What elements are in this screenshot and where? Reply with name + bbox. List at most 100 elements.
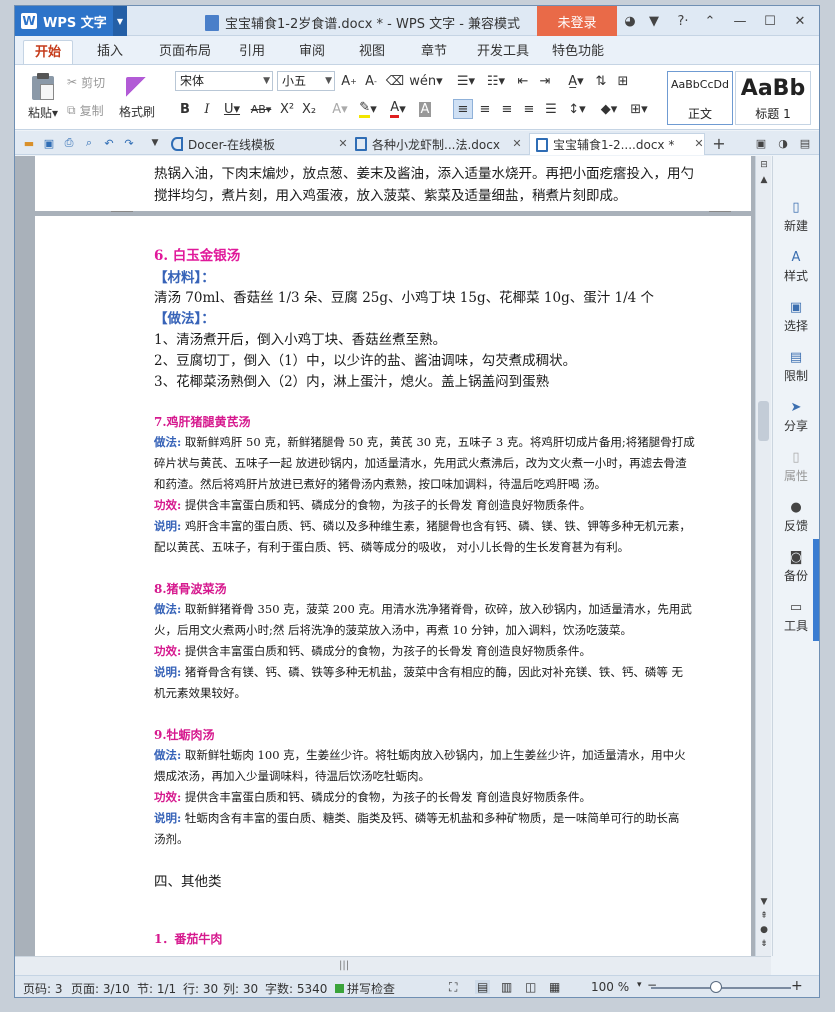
tab-developer[interactable]: 开发工具: [471, 40, 535, 64]
help-icon[interactable]: ?·: [669, 12, 697, 30]
reading-view-icon[interactable]: ▦: [549, 980, 560, 994]
strikethrough-icon[interactable]: AB▾: [247, 99, 275, 119]
tab-special[interactable]: 特色功能: [545, 40, 611, 64]
task-properties[interactable]: ▯ 属性: [773, 450, 819, 484]
highlight-icon[interactable]: ✎ ▾: [355, 99, 381, 119]
tab-backup-icon[interactable]: ◑: [775, 135, 791, 151]
select-browse-icon[interactable]: ●: [758, 924, 770, 936]
font-size-combo[interactable]: 小五 ▼: [277, 71, 335, 91]
tab-list-icon[interactable]: ▣: [753, 135, 769, 151]
grow-font-icon[interactable]: A +: [339, 71, 359, 91]
line-spacing-icon[interactable]: ↕▾: [563, 99, 591, 119]
font-color-icon[interactable]: A ▾: [385, 99, 411, 119]
close-icon[interactable]: ✕: [509, 135, 525, 151]
task-share[interactable]: ➤ 分享: [773, 400, 819, 434]
tab-page-layout[interactable]: 页面布局: [147, 40, 223, 64]
underline-icon[interactable]: U▾: [219, 99, 245, 119]
style-heading-1[interactable]: AaBb 标题 1: [735, 71, 811, 125]
scroll-down-icon[interactable]: ▼: [758, 896, 770, 908]
skin-icon[interactable]: ◕: [621, 12, 639, 30]
zoom-out-icon[interactable]: −: [647, 978, 657, 992]
close-icon[interactable]: ✕: [791, 12, 809, 30]
task-restrict[interactable]: ▤ 限制: [773, 350, 819, 384]
horizontal-scrollbar[interactable]: |||: [15, 956, 771, 975]
clear-format-icon[interactable]: ⌫: [385, 71, 405, 91]
tab-chapter[interactable]: 章节: [409, 40, 459, 64]
increase-indent-icon[interactable]: ⇥: [535, 71, 555, 91]
minimize-icon[interactable]: —: [731, 12, 749, 30]
paste-button[interactable]: 粘贴▾: [23, 71, 63, 125]
task-styles[interactable]: A 样式: [773, 250, 819, 284]
spell-check-toggle[interactable]: 拼写检查: [335, 980, 395, 997]
next-page-icon[interactable]: ⇟: [758, 938, 770, 950]
phonetic-icon[interactable]: wén▾: [409, 71, 443, 91]
open-icon[interactable]: ▬: [21, 135, 37, 151]
bold-icon[interactable]: B: [175, 99, 195, 119]
task-select[interactable]: ▣ 选择: [773, 300, 819, 334]
scrollbar-thumb[interactable]: [758, 401, 769, 441]
save-icon[interactable]: ▣: [41, 135, 57, 151]
copy-button[interactable]: ⧉ 复制: [67, 101, 104, 119]
align-right-icon[interactable]: ≡: [497, 99, 517, 119]
table-icon[interactable]: ⊞: [613, 71, 633, 91]
text-effect-icon[interactable]: A▾: [327, 99, 353, 119]
italic-icon[interactable]: I: [197, 99, 217, 119]
tab-baby-food-doc[interactable]: 宝宝辅食1-2....docx *: [529, 133, 705, 155]
collapse-ribbon-icon[interactable]: ⌃: [701, 12, 719, 30]
split-icon[interactable]: ⊟: [758, 159, 770, 171]
full-screen-icon[interactable]: ⛶: [449, 980, 457, 995]
outline-view-icon[interactable]: ▥: [501, 980, 512, 994]
page-view-icon[interactable]: ▤: [475, 980, 491, 994]
shading-icon[interactable]: ◆▾: [595, 99, 623, 119]
borders-icon[interactable]: ⊞▾: [625, 99, 653, 119]
zoom-in-icon[interactable]: +: [791, 978, 803, 994]
sort-icon[interactable]: ⇅: [591, 71, 611, 91]
prev-page-icon[interactable]: ⇞: [758, 910, 770, 922]
scroll-up-icon[interactable]: ▲: [758, 174, 770, 186]
print-icon[interactable]: ⎙: [61, 135, 77, 151]
maximize-icon[interactable]: ☐: [761, 12, 779, 30]
tab-review[interactable]: 审阅: [287, 40, 337, 64]
subscript-icon[interactable]: X₂: [299, 99, 319, 119]
app-menu-button[interactable]: W WPS 文字 ▼: [15, 6, 127, 36]
vertical-scrollbar[interactable]: ⊟ ▲ ▼ ⇞ ● ⇟: [755, 156, 771, 956]
shrink-font-icon[interactable]: A-: [361, 71, 381, 91]
style-normal[interactable]: AaBbCcDd 正文: [667, 71, 733, 125]
task-new[interactable]: ▯ 新建: [773, 200, 819, 234]
print-preview-icon[interactable]: ⌕: [81, 135, 97, 151]
asian-layout-icon[interactable]: A̲▾: [561, 71, 591, 91]
shirt-icon[interactable]: ▼: [645, 12, 663, 30]
web-view-icon[interactable]: ◫: [525, 980, 536, 994]
new-tab-icon[interactable]: +: [711, 134, 727, 153]
login-button[interactable]: 未登录: [537, 6, 617, 36]
zoom-slider-knob[interactable]: [710, 981, 722, 993]
decrease-indent-icon[interactable]: ⇤: [513, 71, 533, 91]
tab-insert[interactable]: 插入: [85, 40, 135, 64]
tab-home[interactable]: 开始: [23, 40, 73, 64]
font-name-combo[interactable]: 宋体 ▼: [175, 71, 273, 91]
task-feedback[interactable]: ● 反馈: [773, 500, 819, 534]
tab-docer-templates[interactable]: Docer-在线模板: [165, 133, 343, 155]
cut-button[interactable]: ✂ 剪切: [67, 73, 105, 91]
tab-view[interactable]: 视图: [347, 40, 397, 64]
tab-menu-icon[interactable]: ▤: [797, 135, 813, 151]
numbering-icon[interactable]: ☷▾: [481, 71, 511, 91]
undo-icon[interactable]: ↶: [101, 135, 117, 151]
bullets-icon[interactable]: ☰▾: [451, 71, 481, 91]
tab-crayfish-doc[interactable]: 各种小龙虾制...法.docx: [349, 133, 525, 155]
redo-icon[interactable]: ↷: [121, 135, 137, 151]
quick-access-dropdown-icon[interactable]: ▼: [147, 135, 163, 151]
char-shading-icon[interactable]: A: [415, 99, 435, 119]
superscript-icon[interactable]: X²: [277, 99, 297, 119]
distributed-icon[interactable]: ☰: [541, 99, 561, 119]
align-center-icon[interactable]: ≡: [475, 99, 495, 119]
close-icon[interactable]: ✕: [335, 135, 351, 151]
zoom-level[interactable]: 100 %: [591, 980, 629, 994]
zoom-dropdown-icon[interactable]: ▾: [637, 980, 642, 990]
scrollbar-grip[interactable]: |||: [339, 960, 349, 971]
align-left-icon[interactable]: ≡: [453, 99, 473, 119]
justify-icon[interactable]: ≡: [519, 99, 539, 119]
format-painter-button[interactable]: 格式刷: [117, 71, 157, 125]
tab-references[interactable]: 引用: [227, 40, 277, 64]
close-icon[interactable]: ✕: [691, 135, 707, 151]
